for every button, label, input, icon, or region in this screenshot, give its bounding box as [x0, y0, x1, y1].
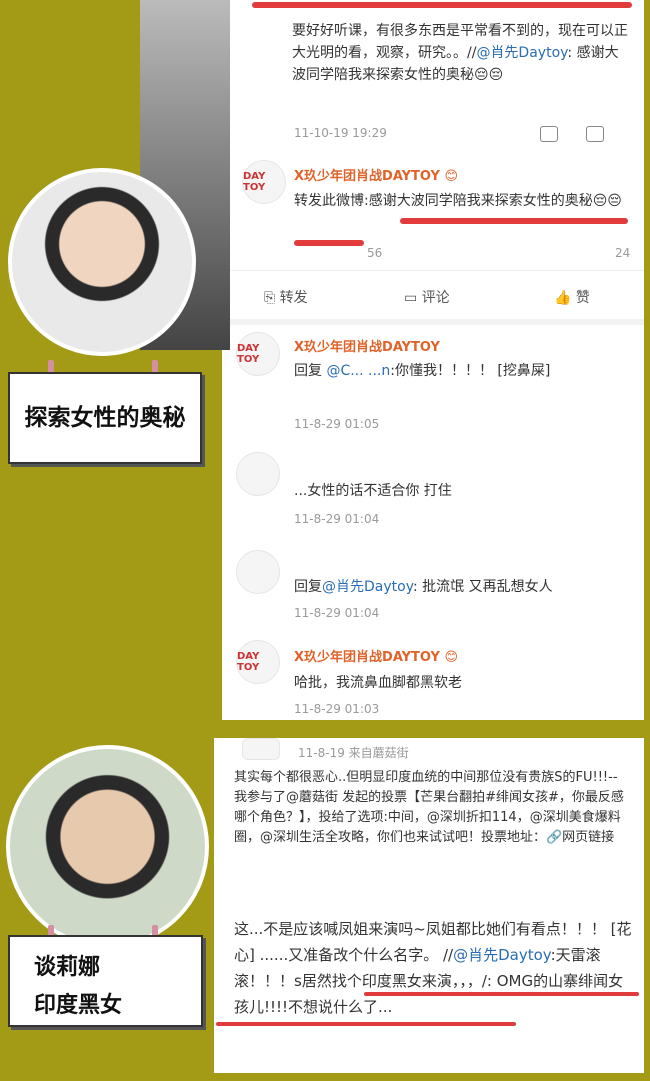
post-1-actions[interactable] — [540, 126, 632, 146]
comment-2-time: 11-8-29 01:04 — [294, 512, 380, 526]
comment-1-text: 回复 @C... ...n:你懂我！！！！ [挖鼻屎] — [294, 360, 624, 382]
comment-2-text: ...女性的话不适合你 打住 — [294, 483, 452, 499]
repost-button[interactable]: ⎘ 转发 — [264, 287, 308, 307]
comment-4-name[interactable]: X玖少年团肖战DAYTOY 😊 — [294, 646, 458, 665]
comment-1-name[interactable]: X玖少年团肖战DAYTOY — [294, 336, 440, 355]
comment-label: 评论 — [421, 290, 450, 306]
comment-3-time: 11-8-29 01:04 — [294, 606, 380, 620]
share-icon[interactable] — [540, 126, 558, 142]
post-2-name[interactable]: X玖少年团肖战DAYTOY 😊 — [294, 165, 458, 184]
comment-4-time: 11-8-29 01:03 — [294, 702, 380, 716]
comment-3-mention[interactable]: @肖先Daytoy — [322, 579, 413, 595]
post-2-like-count: 24 — [615, 246, 631, 260]
comment-3-body: : 批流氓 又再乱想女人 — [412, 579, 553, 595]
like-label: 赞 — [575, 290, 590, 306]
comment-4-text: 哈批，我流鼻血脚都黑软老 — [294, 675, 462, 691]
post-2-time: 56 — [367, 246, 383, 260]
weibo-panel: 要好好听课，有很多东西是平常看不到的，现在可以正大光明的看，观察，研究。。//@… — [222, 0, 644, 720]
label-2: 谈莉娜 印度黑女 — [8, 935, 203, 1027]
portrait-photo-1 — [8, 168, 196, 356]
lower-post-panel: 11-8-19 来自蘑菇街 其实每个都很恶心..但明显印度血统的中间那位没有贵族… — [214, 738, 644, 1073]
comment-1-pre: 回复 — [294, 363, 327, 379]
comment-4-avatar[interactable]: DAY TOY — [236, 640, 280, 684]
post-2-avatar[interactable]: DAY TOY — [242, 160, 286, 204]
label-1: 探索女性的奥秘 — [8, 372, 202, 464]
comment-3-pre: 回复 — [294, 579, 322, 595]
post-1-time: 11-10-19 19:29 — [294, 126, 387, 140]
post-1: 要好好听课，有很多东西是平常看不到的，现在可以正大光明的看，观察，研究。。//@… — [292, 20, 632, 86]
lower-post-para-2: 这...不是应该喊凤姐来演吗~凤姐都比她们有看点！！！ [花心] ......又… — [234, 916, 634, 1020]
comment-1-time: 11-8-29 01:05 — [294, 417, 380, 431]
comment-button[interactable]: ▭ 评论 — [404, 287, 450, 307]
comment-3-text: 回复@肖先Daytoy: 批流氓 又再乱想女人 — [294, 576, 553, 596]
lower-post-meta: 11-8-19 来自蘑菇街 — [298, 746, 409, 760]
portrait-photo-2 — [6, 745, 209, 948]
highlight-top — [252, 2, 632, 8]
comment-icon[interactable] — [586, 126, 604, 142]
comment-3-avatar[interactable] — [236, 550, 280, 594]
repost-label: 转发 — [279, 290, 308, 306]
lower-post-mention[interactable]: @肖先Daytoy — [453, 946, 550, 964]
comment-1-avatar[interactable]: DAY TOY — [236, 332, 280, 376]
highlight-lower-2 — [216, 1022, 516, 1026]
action-bar: ⎘ 转发 ▭ 评论 👍 赞 — [222, 270, 644, 325]
post-1-mention[interactable]: @肖先Daytoy — [476, 45, 567, 61]
highlight-lower-1 — [364, 992, 639, 996]
lower-post-avatar[interactable] — [242, 738, 280, 760]
label-2-line-1: 谈莉娜 — [34, 955, 101, 980]
label-2-line-2: 印度黑女 — [34, 993, 123, 1018]
post-2-text: 转发此微博:感谢大波同学陪我来探索女性的奥秘😔😔 — [294, 193, 622, 209]
comment-1-body: :你懂我！！！！ [挖鼻屎] — [390, 363, 551, 379]
comment-2-avatar[interactable] — [236, 452, 280, 496]
lower-post-para-1: 其实每个都很恶心..但明显印度血统的中间那位没有贵族S的FU!!!-- 我参与了… — [234, 770, 624, 845]
highlight-post-2b — [294, 240, 364, 246]
highlight-post-2 — [400, 218, 628, 224]
comment-1-mention[interactable]: @C... ...n — [326, 363, 390, 379]
like-button[interactable]: 👍 赞 — [554, 287, 590, 307]
